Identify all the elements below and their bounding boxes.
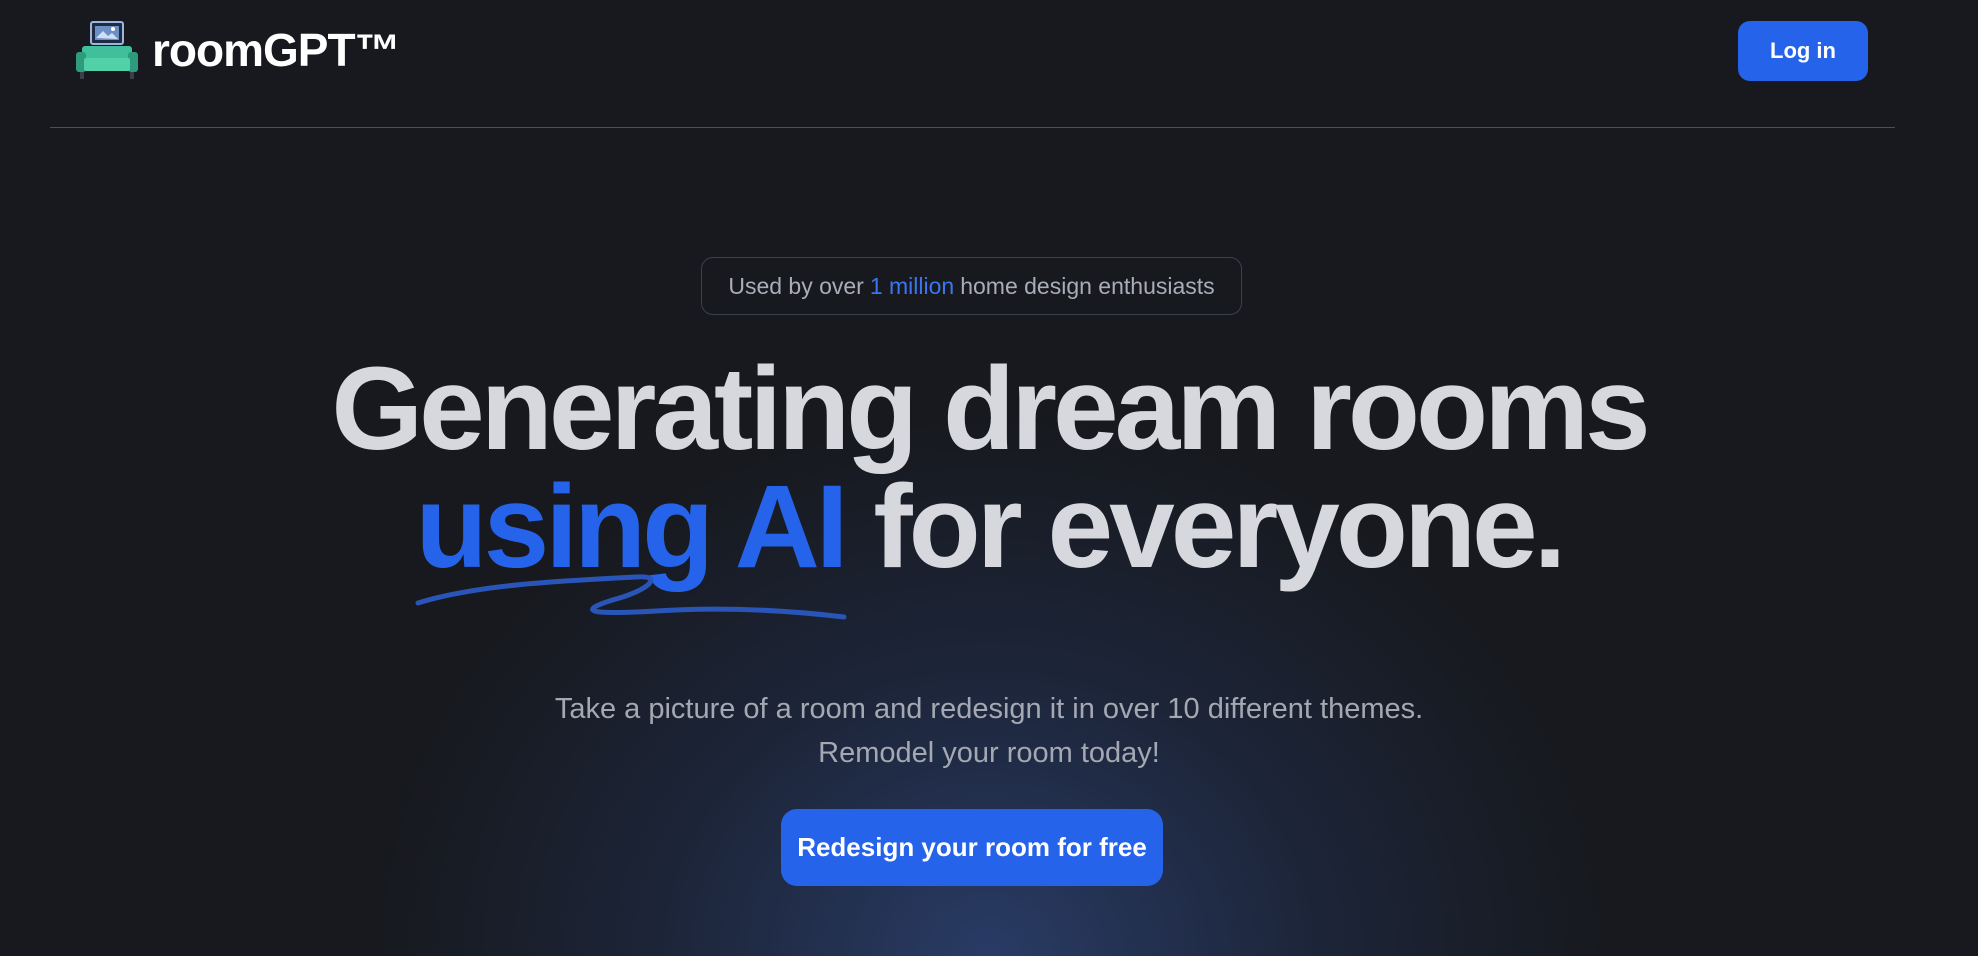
hero-headline: Generating dream rooms using AI for ever…: [0, 343, 1978, 620]
brand-logo-link[interactable]: roomGPT™: [76, 20, 401, 80]
subtitle-line-2: Remodel your room today!: [818, 737, 1160, 769]
headline-accent-wrap: using AI: [415, 468, 849, 620]
hero-subtitle: Take a picture of a room and redesign it…: [0, 687, 1978, 775]
redesign-room-button[interactable]: Redesign your room for free: [781, 809, 1163, 886]
brand-name: roomGPT™: [152, 24, 401, 76]
subtitle-line-1: Take a picture of a room and redesign it…: [554, 693, 1424, 725]
headline-line-1: Generating dream rooms: [331, 343, 1650, 475]
usage-badge-suffix: home design enthusiasts: [960, 272, 1215, 299]
top-nav: roomGPT™ Log in: [0, 0, 1978, 128]
headline-rest: for everyone.: [873, 461, 1566, 593]
underline-squiggle-icon: [415, 574, 847, 620]
header-divider: [50, 127, 1895, 128]
usage-badge-highlight: 1 million: [869, 272, 955, 299]
headline-line-2: using AI for everyone.: [0, 468, 1978, 620]
login-button[interactable]: Log in: [1738, 21, 1868, 81]
usage-badge-prefix: Used by over: [728, 272, 864, 299]
usage-badge: Used by over 1 million home design enthu…: [701, 257, 1242, 315]
sofa-tv-icon: [76, 21, 138, 79]
